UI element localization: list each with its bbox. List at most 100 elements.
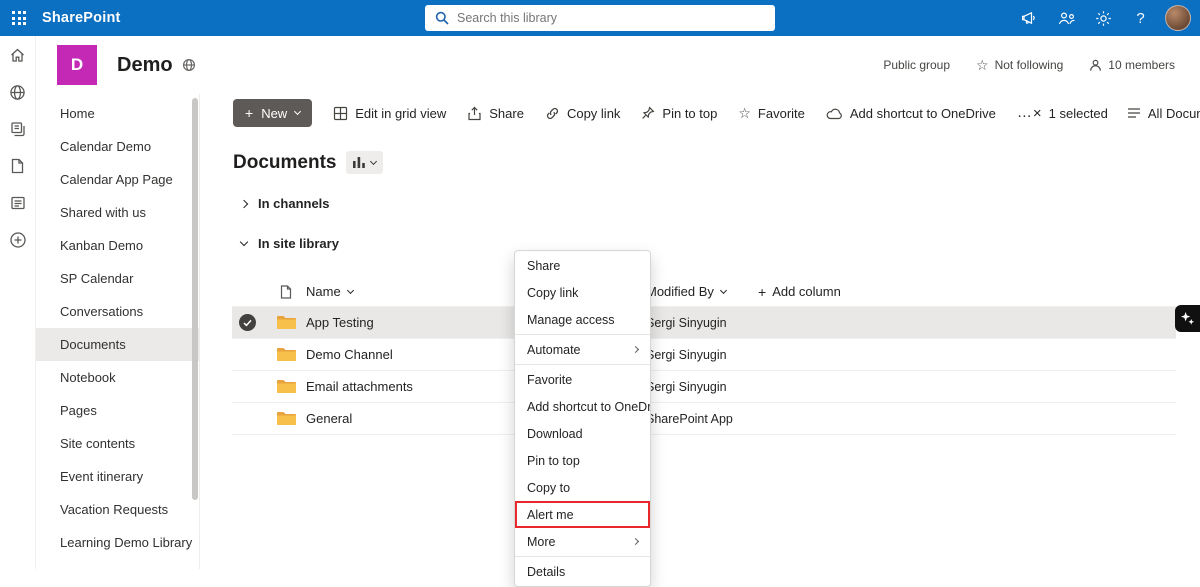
create-plus-icon[interactable] bbox=[8, 230, 28, 250]
share-button[interactable]: Share bbox=[467, 106, 524, 121]
library-list-icon[interactable] bbox=[8, 193, 28, 213]
section-in-site-library[interactable]: In site library bbox=[239, 236, 339, 251]
edit-grid-view-button[interactable]: Edit in grid view bbox=[333, 106, 446, 121]
search-box[interactable] bbox=[425, 5, 775, 31]
account-avatar[interactable] bbox=[1159, 0, 1196, 36]
nav-item-pages[interactable]: Pages bbox=[36, 394, 199, 427]
nav-item-event-itinerary[interactable]: Event itinerary bbox=[36, 460, 199, 493]
modified-by-value: SharePoint App bbox=[646, 411, 733, 426]
file-name[interactable]: General bbox=[306, 411, 352, 426]
menu-item-alert-me[interactable]: Alert me bbox=[515, 501, 650, 528]
table-row-app-testing[interactable]: App Testing … Sergi Sinyugin bbox=[232, 307, 1176, 339]
copy-link-button[interactable]: Copy link bbox=[545, 106, 620, 121]
news-icon[interactable] bbox=[8, 119, 28, 139]
menu-item-manage-access[interactable]: Manage access bbox=[515, 306, 650, 333]
app-launcher-waffle-icon[interactable] bbox=[0, 0, 38, 36]
settings-gear-icon[interactable] bbox=[1085, 0, 1122, 36]
feedback-megaphone-icon[interactable] bbox=[1011, 0, 1048, 36]
site-title[interactable]: Demo bbox=[117, 54, 173, 77]
name-column-label: Name bbox=[306, 284, 341, 299]
menu-item-add-shortcut-onedrive[interactable]: Add shortcut to OneDrive bbox=[515, 393, 650, 420]
table-row-demo-channel[interactable]: Demo Channel Sergi Sinyugin bbox=[232, 339, 1176, 371]
suite-actions: ? bbox=[1011, 0, 1196, 36]
pin-to-top-button[interactable]: Pin to top bbox=[641, 106, 717, 121]
favorite-label: Favorite bbox=[757, 105, 805, 121]
file-name[interactable]: App Testing bbox=[306, 315, 374, 330]
document-icon[interactable] bbox=[8, 156, 28, 176]
nav-scrollbar[interactable] bbox=[192, 98, 198, 500]
people-icon[interactable] bbox=[1048, 0, 1085, 36]
plus-icon: + bbox=[758, 283, 767, 300]
folder-icon bbox=[266, 379, 306, 394]
site-header: D Demo Public group ☆ Not following 10 m… bbox=[36, 36, 1200, 94]
star-icon: ☆ bbox=[976, 57, 989, 73]
menu-item-details[interactable]: Details bbox=[515, 558, 650, 585]
modified-by-column-header[interactable]: Modified By bbox=[646, 284, 727, 299]
chevron-down-icon bbox=[294, 107, 302, 116]
menu-item-copy-link[interactable]: Copy link bbox=[515, 279, 650, 306]
menu-item-copy-to[interactable]: Copy to bbox=[515, 474, 650, 501]
add-column-button[interactable]: + Add column bbox=[758, 284, 841, 299]
name-column-header[interactable]: Name bbox=[306, 284, 354, 299]
add-shortcut-onedrive-button[interactable]: Add shortcut to OneDrive bbox=[826, 106, 996, 121]
nav-item-sp-calendar[interactable]: SP Calendar bbox=[36, 262, 199, 295]
nav-item-learning-demo-library[interactable]: Learning Demo Library bbox=[36, 526, 199, 559]
home-icon[interactable] bbox=[8, 45, 28, 65]
nav-item-home[interactable]: Home bbox=[36, 97, 199, 130]
documents-table: Name Modified By + Add column App Testin… bbox=[232, 277, 1176, 435]
file-name[interactable]: Demo Channel bbox=[306, 347, 393, 362]
menu-item-favorite[interactable]: Favorite bbox=[515, 366, 650, 393]
favorite-button[interactable]: ☆ Favorite bbox=[738, 106, 805, 121]
menu-item-pin-to-top[interactable]: Pin to top bbox=[515, 447, 650, 474]
clear-selection-button[interactable]: × 1 selected bbox=[1033, 106, 1108, 121]
suite-bar: SharePoint ? bbox=[0, 0, 1200, 36]
site-nav: Home Calendar Demo Calendar App Page Sha… bbox=[36, 94, 200, 569]
nav-item-calendar-demo[interactable]: Calendar Demo bbox=[36, 130, 199, 163]
nav-item-shared-with-us[interactable]: Shared with us bbox=[36, 196, 199, 229]
nav-item-calendar-app-page[interactable]: Calendar App Page bbox=[36, 163, 199, 196]
file-type-column-icon[interactable] bbox=[266, 284, 306, 299]
table-row-email-attachments[interactable]: Email attachments Sergi Sinyugin bbox=[232, 371, 1176, 403]
view-toggle-button[interactable] bbox=[346, 151, 384, 174]
nav-item-notebook[interactable]: Notebook bbox=[36, 361, 199, 394]
menu-divider bbox=[515, 334, 650, 335]
section-in-channels-label: In channels bbox=[258, 196, 330, 211]
menu-item-share[interactable]: Share bbox=[515, 252, 650, 279]
nav-item-conversations[interactable]: Conversations bbox=[36, 295, 199, 328]
follow-label: Not following bbox=[994, 58, 1064, 72]
menu-label: Add shortcut to OneDrive bbox=[527, 399, 651, 414]
nav-item-documents[interactable]: Documents bbox=[36, 328, 199, 361]
menu-item-more[interactable]: More bbox=[515, 528, 650, 555]
more-commands-button[interactable]: … bbox=[1017, 105, 1033, 120]
follow-button[interactable]: ☆ Not following bbox=[976, 58, 1063, 72]
nav-item-kanban-demo[interactable]: Kanban Demo bbox=[36, 229, 199, 262]
menu-item-automate[interactable]: Automate bbox=[515, 336, 650, 363]
extension-sparkle-badge[interactable] bbox=[1175, 305, 1200, 332]
file-name[interactable]: Email attachments bbox=[306, 379, 413, 394]
row-selected-check-icon[interactable] bbox=[239, 314, 256, 331]
menu-item-download[interactable]: Download bbox=[515, 420, 650, 447]
modified-by-column-label: Modified By bbox=[646, 284, 714, 299]
help-icon[interactable]: ? bbox=[1122, 0, 1159, 36]
app-name[interactable]: SharePoint bbox=[42, 10, 121, 26]
section-in-channels[interactable]: In channels bbox=[239, 196, 330, 211]
new-button-label: New bbox=[261, 105, 288, 121]
site-header-right: Public group ☆ Not following 10 members bbox=[883, 58, 1175, 72]
new-button[interactable]: + New bbox=[233, 99, 313, 127]
view-selector[interactable]: All Documents bbox=[1127, 106, 1200, 121]
pin-to-top-label: Pin to top bbox=[662, 105, 718, 121]
modified-by-value: Sergi Sinyugin bbox=[646, 379, 727, 394]
globe-icon[interactable] bbox=[8, 82, 28, 102]
table-row-general[interactable]: General SharePoint App bbox=[232, 403, 1176, 435]
app-rail bbox=[0, 36, 36, 569]
search-input[interactable] bbox=[457, 11, 765, 25]
site-logo[interactable]: D bbox=[57, 45, 97, 85]
star-icon: ☆ bbox=[738, 105, 751, 121]
add-column-label: Add column bbox=[772, 284, 841, 299]
nav-item-site-contents[interactable]: Site contents bbox=[36, 427, 199, 460]
nav-item-vacation-requests[interactable]: Vacation Requests bbox=[36, 493, 199, 526]
chevron-right-icon bbox=[239, 199, 249, 208]
menu-label: More bbox=[527, 534, 556, 549]
members-button[interactable]: 10 members bbox=[1089, 58, 1175, 72]
members-label: 10 members bbox=[1108, 58, 1175, 72]
